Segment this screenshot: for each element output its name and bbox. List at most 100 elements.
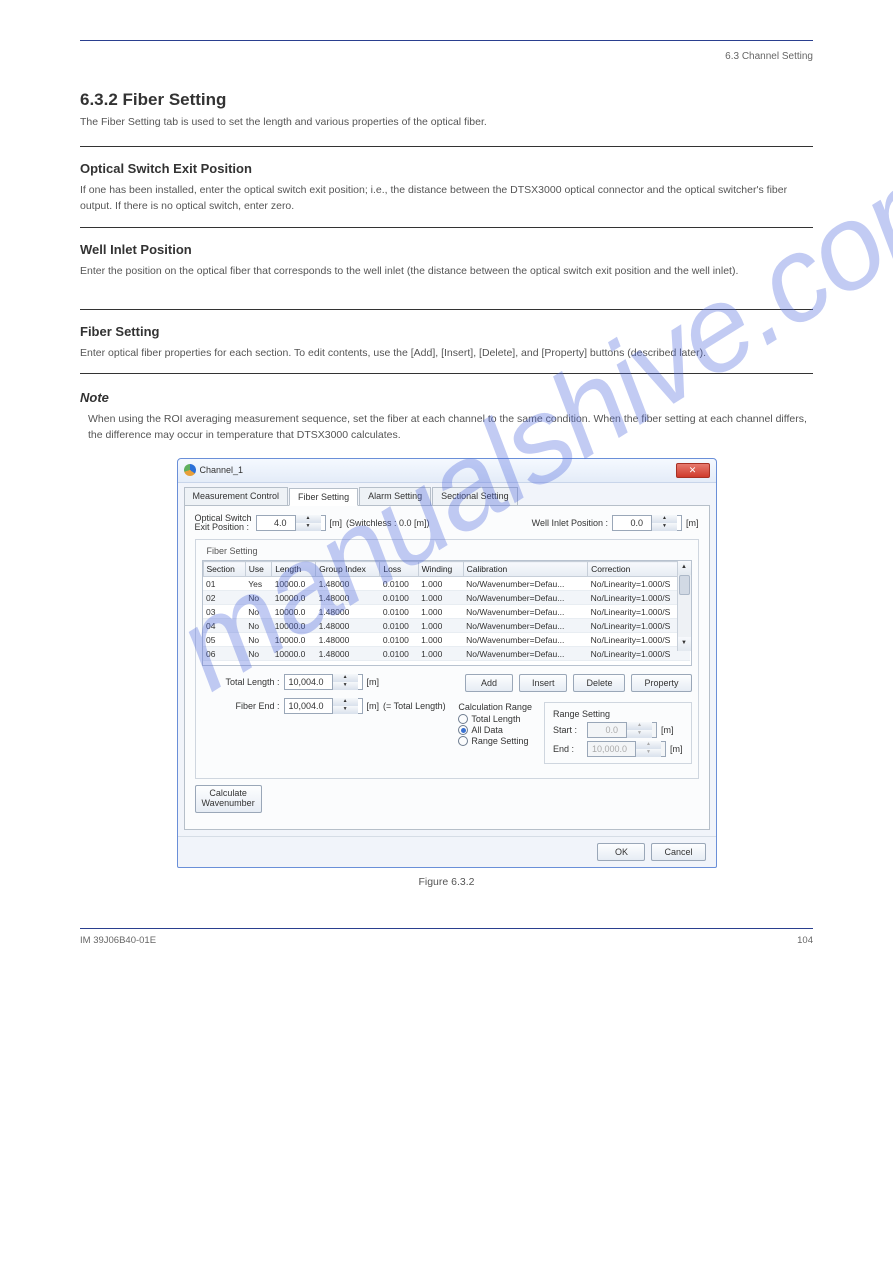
range-end-label: End :: [553, 744, 583, 754]
well-inlet-input[interactable]: 0.0 ▲▼: [612, 515, 682, 531]
ok-button[interactable]: OK: [597, 843, 645, 861]
cell-loss: 0.0100: [380, 661, 418, 667]
note-title: Note: [80, 390, 813, 405]
close-button[interactable]: ✕: [676, 463, 710, 478]
radio-all-data[interactable]: All Data: [458, 725, 532, 735]
cell-use: No: [245, 633, 271, 647]
heading-switch: Optical Switch Exit Position: [80, 161, 813, 176]
unit-m: [m]: [670, 744, 683, 754]
property-button[interactable]: Property: [631, 674, 691, 692]
cell-corr: No/Linearity=1.000/S: [588, 647, 690, 661]
tab-measurement-control[interactable]: Measurement Control: [184, 487, 289, 505]
heading-fiber: Fiber Setting: [80, 324, 813, 339]
cell-section: 01: [203, 577, 245, 591]
section-title: 6.3.2 Fiber Setting: [80, 90, 813, 110]
range-end-input: 10,000.0 ▲▼: [587, 741, 666, 757]
cell-length: 10000.0: [272, 619, 316, 633]
switch-exit-label: Optical Switch Exit Position :: [195, 514, 252, 534]
cell-winding: 1.000: [418, 661, 463, 667]
delete-button[interactable]: Delete: [573, 674, 625, 692]
scroll-up-icon[interactable]: ▲: [678, 561, 691, 575]
cell-loss: 0.0100: [380, 577, 418, 591]
switch-exit-value: 4.0: [257, 518, 291, 528]
rule: [80, 309, 813, 310]
table-row[interactable]: 03No10000.01.480000.01001.000No/Wavenumb…: [203, 605, 690, 619]
cell-winding: 1.000: [418, 619, 463, 633]
cell-length: 10000.0: [272, 661, 316, 667]
scroll-thumb[interactable]: [679, 575, 690, 595]
spinner[interactable]: ▲▼: [328, 674, 362, 690]
cell-winding: 1.000: [418, 605, 463, 619]
rule: [80, 227, 813, 228]
fiber-end-input[interactable]: 10,004.0 ▲▼: [284, 698, 363, 714]
fiber-table[interactable]: Section Use Length Group Index Loss Wind…: [203, 561, 691, 666]
col-section[interactable]: Section: [203, 562, 245, 577]
table-row[interactable]: 01Yes10000.01.480000.01001.000No/Wavenum…: [203, 577, 690, 591]
spinner: ▲▼: [631, 741, 665, 757]
cell-calib: No/Wavenumber=Defau...: [463, 661, 588, 667]
well-inlet-value: 0.0: [613, 518, 647, 528]
col-winding[interactable]: Winding: [418, 562, 463, 577]
cell-section: 06: [203, 647, 245, 661]
col-calibration[interactable]: Calibration: [463, 562, 588, 577]
rule: [80, 373, 813, 374]
cell-length: 10000.0: [272, 647, 316, 661]
radio-total-length[interactable]: Total Length: [458, 714, 532, 724]
table-row[interactable]: 02No10000.01.480000.01001.000No/Wavenumb…: [203, 591, 690, 605]
col-group-index[interactable]: Group Index: [316, 562, 380, 577]
heading-well: Well Inlet Position: [80, 242, 813, 257]
range-start-value: 0.0: [588, 725, 622, 735]
fiber-setting-group: Fiber Setting Section Use Length Group I…: [195, 539, 699, 779]
col-correction[interactable]: Correction: [588, 562, 690, 577]
fiber-end-value: 10,004.0: [285, 701, 328, 711]
total-length-input[interactable]: 10,004.0 ▲▼: [284, 674, 363, 690]
spinner[interactable]: ▲▼: [647, 515, 681, 531]
cell-use: No: [245, 661, 271, 667]
switchless-hint: (Switchless : 0.0 [m]): [346, 518, 430, 528]
tab-body: Optical Switch Exit Position : 4.0 ▲▼ [m…: [184, 505, 710, 831]
fiber-table-scroll[interactable]: Section Use Length Group Index Loss Wind…: [202, 560, 692, 666]
page-header: 6.3 Channel Setting: [80, 51, 813, 62]
titlebar[interactable]: Channel_1 ✕: [178, 459, 716, 483]
cell-corr: No/Linearity=1.000/S: [588, 619, 690, 633]
cell-calib: No/Wavenumber=Defau...: [463, 591, 588, 605]
cancel-button[interactable]: Cancel: [651, 843, 705, 861]
scroll-down-icon[interactable]: ▼: [678, 637, 691, 651]
cell-use: No: [245, 619, 271, 633]
col-use[interactable]: Use: [245, 562, 271, 577]
cell-length: 10000.0: [272, 633, 316, 647]
insert-button[interactable]: Insert: [519, 674, 568, 692]
well-inlet-label: Well Inlet Position :: [532, 518, 608, 528]
tab-strip: Measurement Control Fiber Setting Alarm …: [178, 483, 716, 505]
cell-loss: 0.0100: [380, 633, 418, 647]
table-row[interactable]: 06No10000.01.480000.01001.000No/Wavenumb…: [203, 647, 690, 661]
switch-exit-input[interactable]: 4.0 ▲▼: [256, 515, 326, 531]
cell-winding: 1.000: [418, 577, 463, 591]
tab-alarm-setting[interactable]: Alarm Setting: [359, 487, 431, 505]
calculate-wavenumber-button[interactable]: Calculate Wavenumber: [195, 785, 262, 813]
unit-m: [m]: [686, 518, 699, 528]
cell-winding: 1.000: [418, 591, 463, 605]
radio-range-setting-label: Range Setting: [471, 736, 528, 746]
radio-range-setting[interactable]: Range Setting: [458, 736, 532, 746]
app-icon: [184, 464, 196, 476]
range-start-label: Start :: [553, 725, 583, 735]
table-row[interactable]: 05No10000.01.480000.01001.000No/Wavenumb…: [203, 633, 690, 647]
tab-sectional-setting[interactable]: Sectional Setting: [432, 487, 518, 505]
cell-calib: No/Wavenumber=Defau...: [463, 577, 588, 591]
para-switch: If one has been installed, enter the opt…: [80, 182, 813, 215]
cell-corr: No/Linearity=1.000/S: [588, 605, 690, 619]
fiber-setting-group-title: Fiber Setting: [204, 546, 261, 556]
add-button[interactable]: Add: [465, 674, 513, 692]
tab-fiber-setting[interactable]: Fiber Setting: [289, 488, 358, 506]
figure-caption: Figure 6.3.2: [80, 876, 813, 888]
cell-gindex: 1.48000: [316, 591, 380, 605]
col-length[interactable]: Length: [272, 562, 316, 577]
spinner[interactable]: ▲▼: [291, 515, 325, 531]
col-loss[interactable]: Loss: [380, 562, 418, 577]
table-row[interactable]: 07No10000.01.480000.01001.000No/Wavenumb…: [203, 661, 690, 667]
vertical-scrollbar[interactable]: ▲ ▼: [677, 561, 691, 651]
table-row[interactable]: 04No10000.01.480000.01001.000No/Wavenumb…: [203, 619, 690, 633]
spinner[interactable]: ▲▼: [328, 698, 362, 714]
dialog-title: Channel_1: [200, 465, 244, 475]
